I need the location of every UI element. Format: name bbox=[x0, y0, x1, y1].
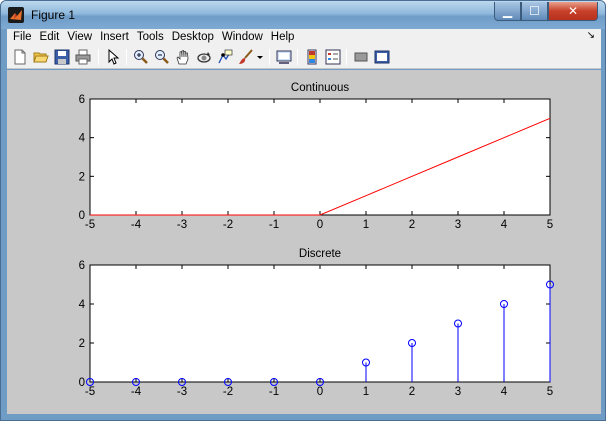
maximize-icon: ☐ bbox=[529, 4, 540, 18]
toolbar-separator bbox=[269, 49, 270, 65]
y-tick-label: 6 bbox=[79, 94, 85, 106]
continuous-axes[interactable]: Continuous -5 -4 -3 -2 -1 0 1 2 3 4 5 0 2 4 6 bbox=[79, 82, 554, 231]
y-tick-label: 0 bbox=[79, 210, 85, 222]
menu-help[interactable]: Help bbox=[267, 29, 299, 45]
x-tick-label: -1 bbox=[269, 219, 279, 231]
continuous-plot-area bbox=[89, 98, 551, 216]
menu-tools[interactable]: Tools bbox=[133, 29, 168, 45]
brush-icon[interactable] bbox=[237, 48, 255, 66]
minimize-icon: ▁ bbox=[502, 4, 513, 18]
x-tick-label: -2 bbox=[223, 386, 233, 398]
x-tick-label: 0 bbox=[317, 219, 323, 231]
title-bar[interactable]: Figure 1 ▁ ☐ ✕ bbox=[1, 1, 605, 29]
x-tick-label: -2 bbox=[223, 219, 233, 231]
minimize-button[interactable]: ▁ bbox=[494, 2, 521, 21]
maximize-button[interactable]: ☐ bbox=[521, 2, 548, 21]
menu-file[interactable]: File bbox=[7, 29, 36, 45]
print-icon[interactable] bbox=[74, 48, 92, 66]
x-tick-label: -3 bbox=[177, 386, 187, 398]
data-cursor-icon[interactable] bbox=[216, 48, 234, 66]
continuous-title: Continuous bbox=[291, 82, 349, 94]
x-tick-label: 4 bbox=[501, 386, 508, 398]
menu-view[interactable]: View bbox=[63, 29, 96, 45]
x-tick-label: -1 bbox=[269, 386, 279, 398]
menu-insert[interactable]: Insert bbox=[96, 29, 133, 45]
insert-legend-icon[interactable] bbox=[324, 48, 342, 66]
discrete-plot-area bbox=[89, 264, 551, 383]
y-tick-label: 6 bbox=[79, 260, 85, 272]
brush-dropdown-icon[interactable] bbox=[255, 48, 265, 66]
x-tick-label: -4 bbox=[131, 386, 142, 398]
figure-window: Figure 1 ▁ ☐ ✕ File Edit View Insert Too… bbox=[0, 0, 606, 421]
matlab-app-icon bbox=[8, 7, 24, 23]
y-tick-label: 4 bbox=[79, 133, 86, 145]
menu-bar: File Edit View Insert Tools Desktop Wind… bbox=[7, 29, 601, 45]
close-icon: ✕ bbox=[567, 4, 579, 18]
x-tick-label: 1 bbox=[363, 219, 369, 231]
x-tick-label: 3 bbox=[455, 219, 461, 231]
x-tick-label: -4 bbox=[131, 219, 142, 231]
pan-hand-icon[interactable] bbox=[174, 48, 192, 66]
link-plot-icon[interactable] bbox=[275, 48, 293, 66]
toolbar-separator bbox=[98, 49, 99, 65]
rotate-3d-icon[interactable] bbox=[195, 48, 213, 66]
new-figure-icon[interactable] bbox=[11, 48, 29, 66]
menu-desktop[interactable]: Desktop bbox=[168, 29, 218, 45]
x-tick-label: 5 bbox=[547, 219, 553, 231]
x-tick-label: 0 bbox=[317, 386, 323, 398]
discrete-axes[interactable]: Discrete -5 -4 -3 -2 -1 0 1 2 3 4 5 0 2 4 6 bbox=[79, 248, 554, 398]
dock-arrow-icon[interactable]: ↘ bbox=[587, 30, 595, 41]
x-tick-label: -5 bbox=[85, 386, 95, 398]
figure-toolbar bbox=[7, 45, 601, 69]
x-tick-label: 1 bbox=[363, 386, 369, 398]
save-icon[interactable] bbox=[53, 48, 71, 66]
x-tick-label: 2 bbox=[409, 386, 415, 398]
x-tick-label: -3 bbox=[177, 219, 187, 231]
plots-svg: Continuous -5 -4 -3 -2 -1 0 1 2 3 4 5 0 2 4 6 Discrete… bbox=[79, 82, 554, 398]
open-file-icon[interactable] bbox=[32, 48, 50, 66]
x-tick-label: 2 bbox=[409, 219, 415, 231]
menu-window[interactable]: Window bbox=[218, 29, 267, 45]
x-tick-label: 4 bbox=[501, 219, 508, 231]
y-tick-label: 4 bbox=[79, 299, 86, 311]
menu-edit[interactable]: Edit bbox=[36, 29, 64, 45]
window-bottom-border bbox=[1, 414, 605, 420]
insert-colorbar-icon[interactable] bbox=[303, 48, 321, 66]
zoom-out-icon[interactable] bbox=[153, 48, 171, 66]
y-tick-label: 0 bbox=[79, 377, 85, 389]
y-tick-label: 2 bbox=[79, 171, 85, 183]
x-tick-label: 3 bbox=[455, 386, 461, 398]
window-title: Figure 1 bbox=[31, 8, 76, 22]
show-plot-tools-icon[interactable] bbox=[373, 48, 391, 66]
pointer-icon[interactable] bbox=[104, 48, 122, 66]
zoom-in-icon[interactable] bbox=[132, 48, 150, 66]
discrete-title: Discrete bbox=[299, 248, 341, 260]
close-button[interactable]: ✕ bbox=[548, 2, 598, 21]
toolbar-separator bbox=[126, 49, 127, 65]
toolbar-separator bbox=[297, 49, 298, 65]
x-tick-label: -5 bbox=[85, 219, 95, 231]
x-tick-label: 5 bbox=[547, 386, 553, 398]
y-tick-label: 2 bbox=[79, 338, 85, 350]
hide-plot-tools-icon[interactable] bbox=[352, 48, 370, 66]
toolbar-separator bbox=[346, 49, 347, 65]
figure-canvas[interactable]: Continuous -5 -4 -3 -2 -1 0 1 2 3 4 5 0 2 4 6 Discrete… bbox=[7, 70, 601, 414]
